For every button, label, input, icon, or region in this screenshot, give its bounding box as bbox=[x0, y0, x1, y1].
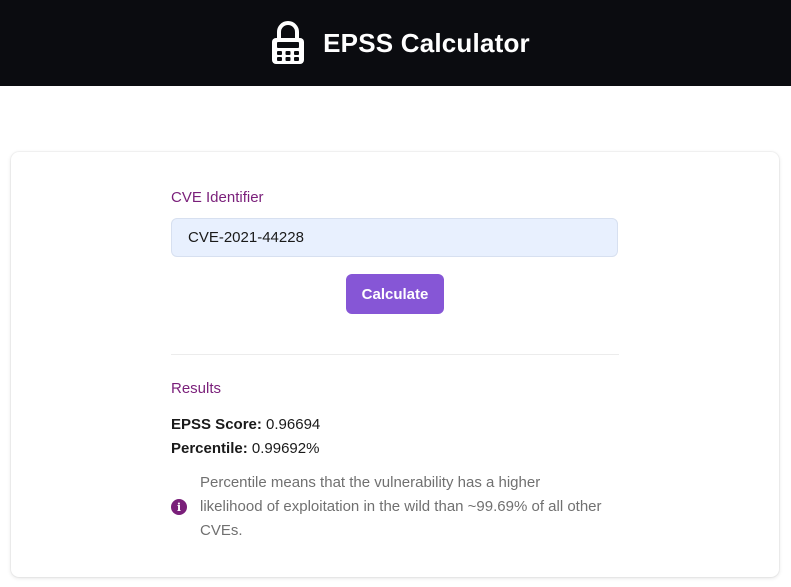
results-heading: Results bbox=[171, 380, 222, 397]
percentile-info: i Percentile means that the vulnerabilit… bbox=[171, 471, 611, 543]
cve-identifier-label: CVE Identifier bbox=[171, 189, 264, 206]
header-brand: EPSS Calculator bbox=[271, 21, 530, 65]
epss-score-label: EPSS Score: bbox=[171, 416, 262, 433]
lock-calculator-icon bbox=[272, 21, 305, 64]
epss-score-row: EPSS Score: 0.96694 bbox=[171, 416, 320, 433]
epss-score-value: 0.96694 bbox=[266, 416, 321, 433]
percentile-value: 0.99692% bbox=[251, 440, 320, 457]
calculator-card: CVE Identifier Calculate Results EPSS Sc… bbox=[11, 152, 779, 577]
percentile-row: Percentile: 0.99692% bbox=[171, 440, 319, 457]
calculate-button[interactable]: Calculate bbox=[346, 274, 444, 314]
divider bbox=[171, 354, 619, 355]
percentile-info-text: Percentile means that the vulnerability … bbox=[200, 474, 602, 539]
info-icon: i bbox=[171, 499, 187, 515]
app-title: EPSS Calculator bbox=[323, 27, 530, 58]
app-header: EPSS Calculator bbox=[0, 0, 791, 86]
percentile-label: Percentile: bbox=[171, 440, 248, 457]
cve-input[interactable] bbox=[171, 218, 618, 257]
